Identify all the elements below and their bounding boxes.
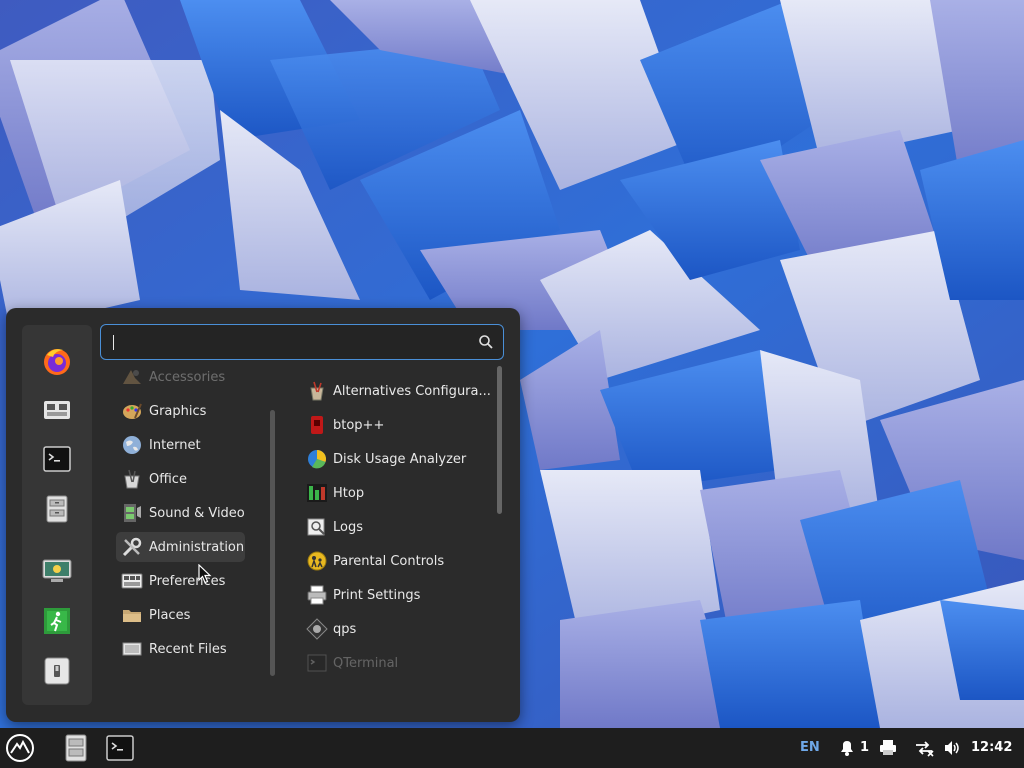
file-cabinet-icon	[46, 495, 68, 523]
firefox-icon	[44, 349, 70, 375]
network-disconnected-icon	[916, 741, 934, 757]
printer-tray-button[interactable]	[876, 732, 900, 764]
file-cabinet-icon	[65, 734, 87, 762]
htop-icon	[307, 484, 327, 502]
category-sound-video[interactable]: Sound & Video	[116, 498, 245, 528]
app-print-settings[interactable]: Print Settings	[302, 580, 492, 610]
clock[interactable]: 12:42	[971, 740, 1012, 755]
app-parental-controls[interactable]: Parental Controls	[302, 546, 492, 576]
search-box[interactable]	[100, 324, 504, 360]
notification-count: 1	[860, 740, 870, 755]
application-menu: Accessories Graphics Internet Office Sou…	[6, 308, 520, 722]
favorite-lock-screen[interactable]	[37, 551, 77, 591]
app-alternatives-configurator[interactable]: Alternatives Configura...	[302, 376, 492, 406]
terminal-icon	[43, 446, 71, 472]
taskbar-terminal[interactable]	[104, 732, 136, 764]
taskbar: EN 1 12:42	[0, 728, 1024, 768]
parental-controls-icon	[307, 551, 327, 571]
category-recent-files[interactable]: Recent Files	[116, 634, 245, 664]
application-scrollbar[interactable]	[497, 366, 502, 514]
preferences-icon	[121, 573, 143, 589]
favorite-settings[interactable]	[37, 389, 77, 429]
globe-icon	[123, 436, 141, 454]
tools-icon	[122, 537, 142, 557]
office-icon	[124, 469, 140, 489]
notification-bell-icon	[841, 741, 853, 756]
app-disk-usage-analyzer[interactable]: Disk Usage Analyzer	[302, 444, 492, 474]
app-qps[interactable]: qps	[302, 614, 492, 644]
taskbar-files[interactable]	[60, 732, 92, 764]
accessories-icon	[123, 370, 141, 384]
printer-icon	[880, 740, 896, 755]
favorite-firefox[interactable]	[37, 341, 77, 381]
favorite-shutdown[interactable]	[37, 651, 77, 691]
search-input[interactable]	[111, 331, 471, 353]
application-list: Alternatives Configura... btop++ Disk Us…	[302, 374, 498, 674]
app-htop[interactable]: Htop	[302, 478, 492, 508]
folder-icon	[123, 610, 141, 622]
terminal-icon	[106, 735, 134, 761]
btop-icon	[311, 416, 323, 434]
start-menu-button[interactable]	[4, 732, 36, 764]
favorites-bar	[22, 325, 92, 705]
logout-icon	[44, 608, 70, 634]
graphics-icon	[123, 403, 142, 419]
app-qterminal[interactable]: QTerminal	[302, 648, 492, 674]
qps-icon	[306, 618, 328, 640]
category-places[interactable]: Places	[116, 600, 245, 630]
text-caret	[113, 335, 114, 350]
app-logs[interactable]: Logs	[302, 512, 492, 542]
category-accessories[interactable]: Accessories	[116, 368, 245, 392]
alternatives-icon	[310, 381, 324, 401]
category-scrollbar[interactable]	[270, 410, 275, 676]
zorin-logo-icon	[6, 734, 34, 762]
category-administration[interactable]: Administration	[116, 532, 245, 562]
volume-icon	[945, 741, 959, 755]
notifications-button[interactable]	[836, 732, 858, 764]
lock-screen-icon	[42, 559, 72, 582]
category-office[interactable]: Office	[116, 464, 245, 494]
app-btop[interactable]: btop++	[302, 410, 492, 440]
volume-tray-button[interactable]	[940, 732, 964, 764]
keyboard-layout-indicator[interactable]: EN	[800, 740, 820, 755]
logs-icon	[307, 518, 325, 536]
printer-icon	[307, 585, 327, 605]
power-icon	[44, 657, 70, 685]
category-internet[interactable]: Internet	[116, 430, 245, 460]
category-list: Accessories Graphics Internet Office Sou…	[110, 368, 280, 708]
network-tray-button[interactable]	[912, 732, 936, 764]
category-graphics[interactable]: Graphics	[116, 396, 245, 426]
favorite-files[interactable]	[37, 489, 77, 529]
terminal-icon	[307, 654, 327, 672]
pie-chart-icon	[308, 450, 327, 469]
recent-files-icon	[122, 642, 142, 656]
mouse-pointer-icon	[198, 564, 212, 584]
film-icon	[124, 504, 141, 522]
favorite-terminal[interactable]	[37, 439, 77, 479]
settings-icon	[44, 401, 70, 419]
favorite-logout[interactable]	[37, 601, 77, 641]
search-icon	[479, 335, 493, 349]
category-preferences[interactable]: Preferences	[116, 566, 245, 596]
